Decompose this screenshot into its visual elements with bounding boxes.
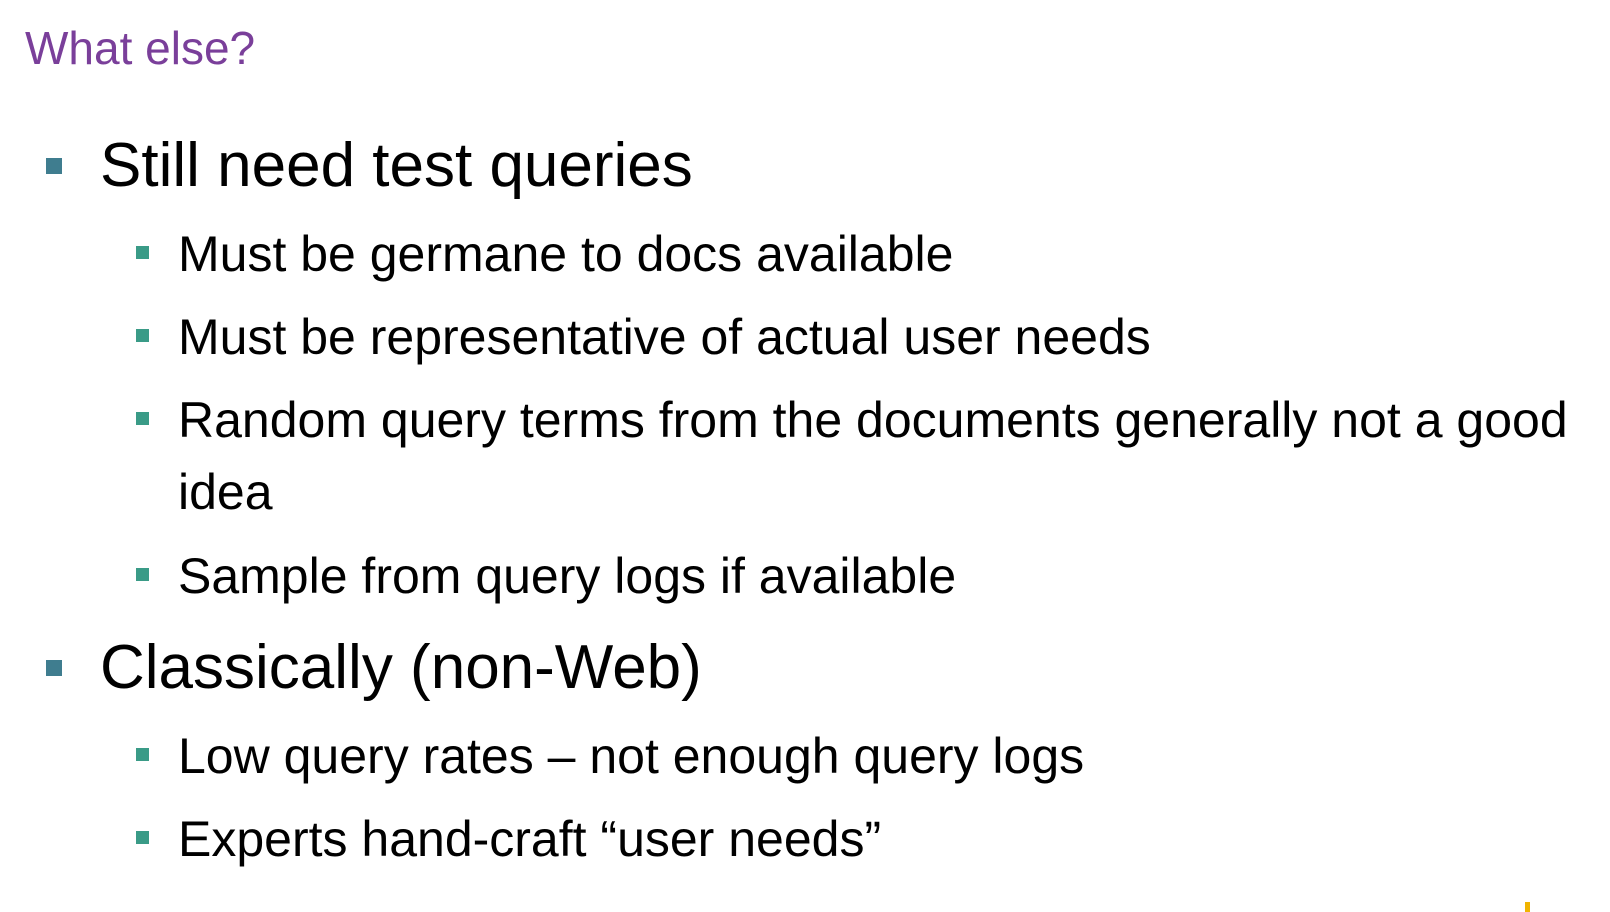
bullet-square-icon [136,748,149,761]
bullet-item: Still need test queries [46,130,693,202]
bullet-text: Classically (non-Web) [100,633,702,702]
sub-bullet-item: Sample from query logs if available [136,540,957,612]
slide-watermark [1490,0,1610,30]
bullet-square-icon [136,412,149,425]
bullet-square-icon [136,329,149,342]
bullet-text: Low query rates – not enough query logs [178,728,1085,784]
sub-bullet-item: Experts hand-craft “user needs” [136,803,882,875]
sub-bullet-item: Low query rates – not enough query logs [136,720,1085,792]
bullet-text: Experts hand-craft “user needs” [178,811,882,867]
bullet-square-icon [46,158,62,174]
sub-bullet-item: Must be representative of actual user ne… [136,301,1151,373]
bullet-square-icon [136,246,149,259]
bullet-text: Sample from query logs if available [178,548,957,604]
sub-bullet-item: Random query terms from the documents ge… [136,384,1603,528]
bullet-text: Must be germane to docs available [178,226,954,282]
corner-accent [1525,902,1530,912]
bullet-text: Must be representative of actual user ne… [178,309,1151,365]
bullet-square-icon [136,568,149,581]
bullet-square-icon [136,831,149,844]
slide: What else? Still need test queries Must … [0,0,1610,912]
sub-bullet-item: Must be germane to docs available [136,218,954,290]
bullet-item: Classically (non-Web) [46,632,702,704]
bullet-text: Still need test queries [100,131,693,200]
bullet-text: Random query terms from the documents ge… [178,392,1568,520]
bullet-square-icon [46,660,62,676]
bullet-list: Still need test queries Must be germane … [0,0,1610,912]
